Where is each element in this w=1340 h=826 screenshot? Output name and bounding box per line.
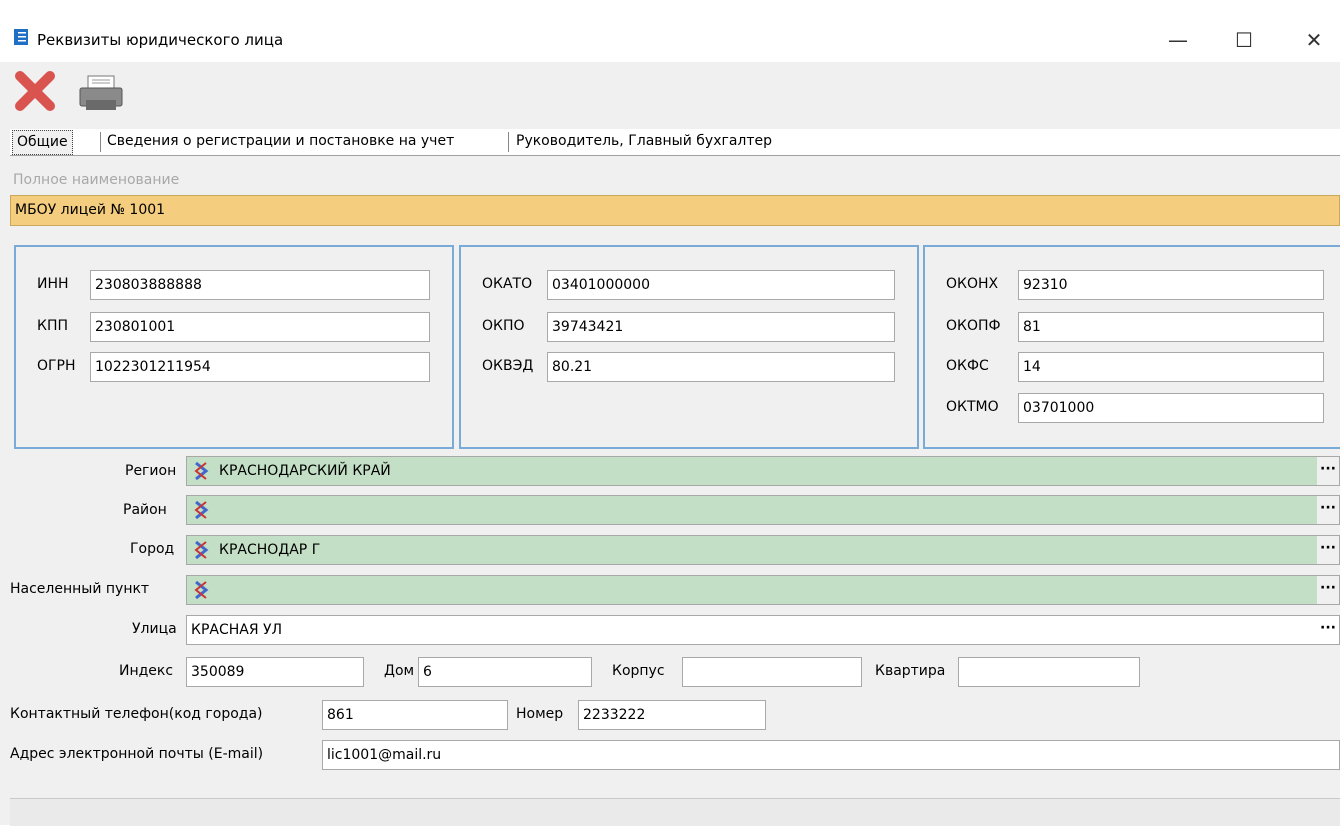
region-field[interactable]: КРАСНОДАРСКИЙ КРАЙ ··· <box>186 456 1340 486</box>
oktmo-label: ОКТМО <box>946 399 999 415</box>
okpo-label: ОКПО <box>482 318 525 334</box>
house-label: Дом <box>384 663 415 679</box>
maximize-button[interactable]: ☐ <box>1224 22 1264 58</box>
house-field[interactable]: 6 <box>418 657 592 687</box>
kpp-label: КПП <box>37 318 68 334</box>
region-value: КРАСНОДАРСКИЙ КРАЙ <box>219 463 391 479</box>
region-label: Регион <box>125 463 177 479</box>
full-name-field[interactable]: МБОУ лицей № 1001 <box>10 195 1340 226</box>
locality-select-button[interactable]: ··· <box>1317 576 1339 604</box>
tab-director-accountant[interactable]: Руководитель, Главный бухгалтер <box>512 129 776 154</box>
window-title: Реквизиты юридического лица <box>37 31 284 49</box>
city-value: КРАСНОДАР Г <box>219 542 321 558</box>
kladr-icon <box>194 580 209 600</box>
region-select-button[interactable]: ··· <box>1317 457 1339 485</box>
kpp-field[interactable]: 230801001 <box>90 312 430 342</box>
app-icon <box>14 29 28 45</box>
kladr-icon <box>194 461 209 481</box>
street-select-button[interactable]: ··· <box>1317 616 1339 644</box>
minimize-button[interactable]: — <box>1158 22 1198 58</box>
printer-icon <box>79 75 123 110</box>
delete-button[interactable] <box>12 68 58 114</box>
tab-separator <box>508 132 509 152</box>
status-bar <box>10 798 1340 826</box>
title-bar: Реквизиты юридического лица — ☐ ✕ <box>0 0 1340 62</box>
okato-field[interactable]: 03401000000 <box>547 270 895 300</box>
okopf-label: ОКОПФ <box>946 318 1001 334</box>
okfs-field[interactable]: 14 <box>1018 352 1324 382</box>
street-value: КРАСНАЯ УЛ <box>191 622 283 638</box>
tab-separator <box>100 132 101 152</box>
index-field[interactable]: 350089 <box>186 657 364 687</box>
phone-number-label: Номер <box>516 706 564 722</box>
district-select-button[interactable]: ··· <box>1317 496 1339 524</box>
okato-label: ОКАТО <box>482 276 533 292</box>
phone-code-label: Контактный телефон(код города) <box>10 706 263 722</box>
tab-strip: Общие Сведения о регистрации и постановк… <box>10 129 1340 156</box>
okved-label: ОКВЭД <box>482 358 534 374</box>
okpo-field[interactable]: 39743421 <box>547 312 895 342</box>
full-name-label: Полное наименование <box>13 172 180 188</box>
apartment-field[interactable] <box>958 657 1140 687</box>
okonh-label: ОКОНХ <box>946 276 999 292</box>
city-field[interactable]: КРАСНОДАР Г ··· <box>186 535 1340 565</box>
ogrn-field[interactable]: 1022301211954 <box>90 352 430 382</box>
okopf-field[interactable]: 81 <box>1018 312 1324 342</box>
red-x-icon <box>15 71 55 111</box>
city-label: Город <box>130 541 175 557</box>
print-button[interactable] <box>76 74 126 114</box>
phone-number-field[interactable]: 2233222 <box>578 700 766 730</box>
close-button[interactable]: ✕ <box>1294 22 1334 58</box>
phone-code-field[interactable]: 861 <box>322 700 508 730</box>
tab-registration[interactable]: Сведения о регистрации и постановке на у… <box>103 129 458 154</box>
okved-field[interactable]: 80.21 <box>547 352 895 382</box>
street-field[interactable]: КРАСНАЯ УЛ ··· <box>186 615 1340 645</box>
kladr-icon <box>194 540 209 560</box>
toolbar <box>0 62 1340 122</box>
city-select-button[interactable]: ··· <box>1317 536 1339 564</box>
district-label: Район <box>123 502 167 518</box>
index-label: Индекс <box>119 663 174 679</box>
tab-general[interactable]: Общие <box>12 130 73 155</box>
okfs-label: ОКФС <box>946 358 989 374</box>
building-field[interactable] <box>682 657 862 687</box>
okonh-field[interactable]: 92310 <box>1018 270 1324 300</box>
email-label: Адрес электронной почты (E-mail) <box>10 746 264 762</box>
district-field[interactable]: ··· <box>186 495 1340 525</box>
ogrn-label: ОГРН <box>37 358 76 374</box>
oktmo-field[interactable]: 03701000 <box>1018 393 1324 423</box>
email-field[interactable]: lic1001@mail.ru <box>322 740 1340 770</box>
kladr-icon <box>194 500 209 520</box>
locality-field[interactable]: ··· <box>186 575 1340 605</box>
street-label: Улица <box>132 621 177 637</box>
apartment-label: Квартира <box>875 663 946 679</box>
inn-field[interactable]: 230803888888 <box>90 270 430 300</box>
inn-label: ИНН <box>37 276 69 292</box>
locality-label: Населенный пункт <box>10 581 150 597</box>
building-label: Корпус <box>612 663 665 679</box>
